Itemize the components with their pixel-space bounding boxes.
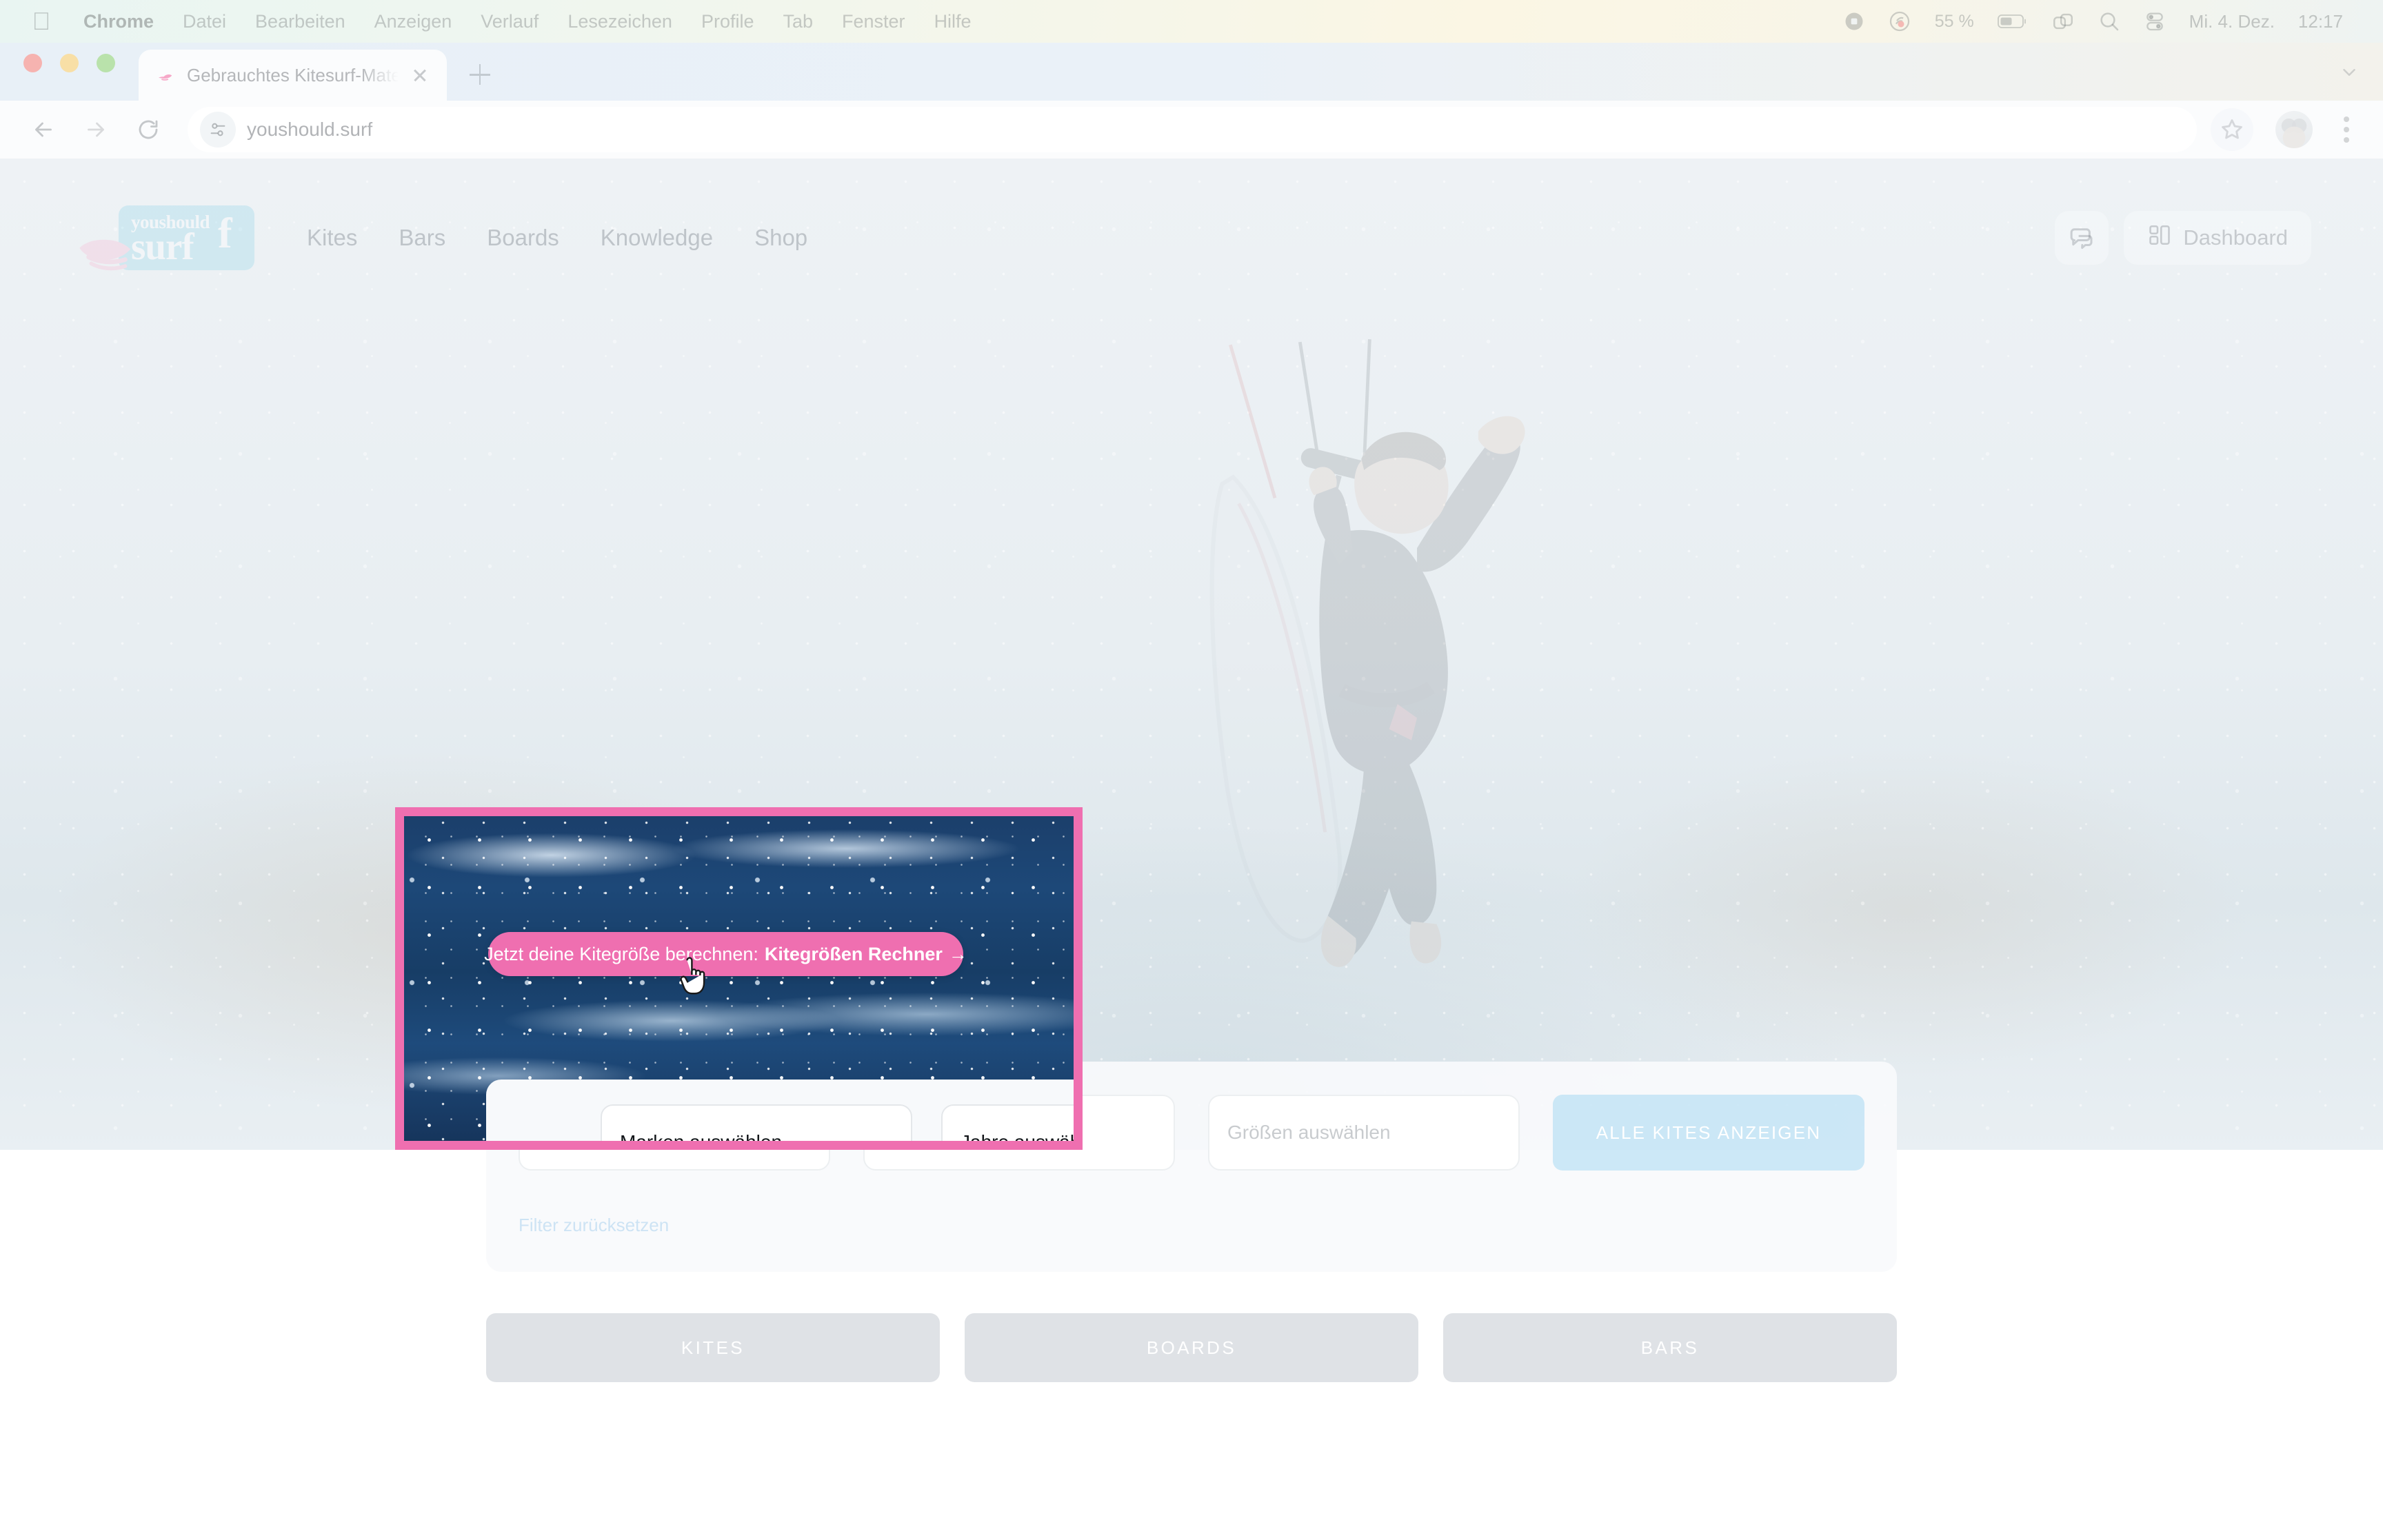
dashboard-grid-icon — [2147, 223, 2172, 253]
battery-percent-label: 55 % — [1934, 11, 1974, 31]
cta-text-normal: Jetzt deine Kitegröße berechnen: — [484, 943, 758, 964]
nav-link-boards[interactable]: Boards — [487, 225, 559, 251]
plus-icon[interactable] — [459, 54, 501, 95]
cta-text-bold: Kitegrößen Rechner — [764, 943, 943, 964]
browser-tab-title: Gebrauchtes Kitesurf-Materia — [187, 64, 399, 85]
years-select[interactable]: Jahre auswählen — [863, 1095, 1175, 1171]
window-traffic-lights — [23, 43, 115, 101]
kitesurfer-photo-subject — [1062, 331, 1627, 1027]
menu-bar-items:  Chrome Datei Bearbeiten Anzeigen Verla… — [23, 8, 986, 35]
apple-logo-icon[interactable]:  — [29, 8, 54, 35]
category-button-kites[interactable]: KITES — [486, 1313, 940, 1382]
nav-link-bars[interactable]: Bars — [399, 225, 445, 251]
menu-item-datei[interactable]: Datei — [168, 11, 241, 32]
close-window-button[interactable] — [23, 53, 42, 72]
chrome-tab-strip: Gebrauchtes Kitesurf-Materia — [0, 43, 2383, 101]
menu-bar-date[interactable]: Mi. 4. Dez. — [2189, 11, 2275, 32]
menu-item-hilfe[interactable]: Hilfe — [920, 11, 986, 32]
minimize-window-button[interactable] — [60, 53, 79, 72]
chevron-down-icon[interactable] — [2339, 62, 2360, 83]
chrome-toolbar: youshould.surf — [0, 101, 2383, 159]
kite-size-calculator-cta[interactable]: Jetzt deine Kitegröße berechnen: Kitegrö… — [484, 932, 967, 976]
category-button-boards[interactable]: BOARDS — [965, 1313, 1418, 1382]
category-button-bars[interactable]: BARS — [1443, 1313, 1897, 1382]
kebab-menu-icon[interactable] — [2331, 108, 2362, 151]
site-settings-icon[interactable] — [200, 112, 236, 148]
maximize-window-button[interactable] — [97, 53, 115, 72]
show-all-kites-button[interactable]: ALLE KITES ANZEIGEN — [1553, 1095, 1864, 1171]
sizes-select[interactable]: Größen auswählen — [1208, 1095, 1520, 1171]
chat-bubble-icon[interactable] — [2055, 211, 2109, 265]
close-icon[interactable] — [408, 63, 432, 87]
category-buttons-row: KITES BOARDS BARS — [486, 1313, 1897, 1382]
dashboard-button[interactable]: Dashboard — [2124, 211, 2311, 265]
menu-item-tab[interactable]: Tab — [768, 11, 827, 32]
nav-link-kites[interactable]: Kites — [307, 225, 357, 251]
settings-toggles-icon[interactable] — [2144, 10, 2166, 32]
logo-text-letter: f — [218, 210, 232, 257]
avatar[interactable] — [2275, 111, 2313, 148]
menu-item-anzeigen[interactable]: Anzeigen — [360, 11, 467, 32]
arrow-left-icon[interactable] — [21, 107, 66, 152]
reload-icon[interactable] — [125, 107, 171, 152]
macos-menu-bar:  Chrome Datei Bearbeiten Anzeigen Verla… — [0, 0, 2383, 43]
menu-bar-time[interactable]: 12:17 — [2298, 11, 2343, 32]
nav-link-shop[interactable]: Shop — [754, 225, 807, 251]
url-text[interactable]: youshould.surf — [247, 119, 372, 141]
chrome-browser-window: Gebrauchtes Kitesurf-Materia youshould.s… — [0, 43, 2383, 1540]
arrow-right-icon[interactable] — [73, 107, 119, 152]
site-header: youshould surf f Kites Bars Boards Knowl… — [0, 159, 2383, 317]
menu-item-lesezeichen[interactable]: Lesezeichen — [553, 11, 687, 32]
address-bar[interactable]: youshould.surf — [188, 107, 2197, 152]
menu-item-verlauf[interactable]: Verlauf — [466, 11, 553, 32]
pointing-hand-cursor — [676, 957, 709, 1000]
spotlight-search-icon[interactable] — [2098, 10, 2120, 32]
dashboard-label: Dashboard — [2183, 225, 2288, 250]
reset-filters-link[interactable]: Filter zurücksetzen — [519, 1215, 669, 1236]
arrow-right-icon: → — [948, 943, 967, 964]
menu-item-bearbeiten[interactable]: Bearbeiten — [241, 11, 360, 32]
menu-bar-status-items: 55 % Mi. 4. Dez. 12:17 — [1844, 10, 2360, 33]
star-icon[interactable] — [2211, 108, 2253, 151]
menu-item-profile[interactable]: Profile — [687, 11, 769, 32]
youshouldsurf-favicon — [154, 63, 177, 87]
control-center-icon[interactable] — [2051, 10, 2075, 33]
brands-select[interactable]: Marken auswählen — [519, 1095, 830, 1171]
battery-icon[interactable] — [1997, 13, 2028, 30]
menu-item-chrome[interactable]: Chrome — [69, 11, 168, 32]
page-viewport: youshould surf f Kites Bars Boards Knowl… — [0, 159, 2383, 1540]
site-logo[interactable]: youshould surf f — [72, 200, 254, 276]
site-main-nav: Kites Bars Boards Knowledge Shop — [307, 225, 807, 251]
screen-record-icon[interactable] — [1844, 11, 1864, 32]
browser-tab[interactable]: Gebrauchtes Kitesurf-Materia — [139, 50, 447, 101]
shazam-icon[interactable] — [1888, 10, 1911, 33]
filter-card: Marken auswählen Jahre auswählen Größen … — [486, 1062, 1897, 1272]
menu-item-fenster[interactable]: Fenster — [827, 11, 920, 32]
filter-controls-row: Marken auswählen Jahre auswählen Größen … — [519, 1095, 1864, 1171]
site-header-actions: Dashboard — [2055, 211, 2311, 265]
logo-text-line2: surf — [131, 225, 194, 267]
nav-link-knowledge[interactable]: Knowledge — [601, 225, 713, 251]
